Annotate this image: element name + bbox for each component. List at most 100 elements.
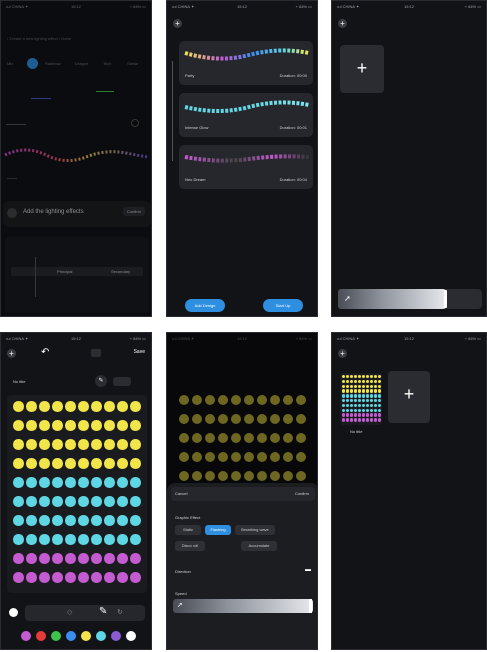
add-design-tile[interactable]: + [388,371,430,423]
brush-size-icon[interactable] [9,608,18,617]
palette-swatch[interactable] [96,631,106,641]
pixel-dot[interactable] [39,458,50,469]
pixel-dot[interactable] [91,534,102,545]
start-up-button[interactable]: Start Up [263,299,303,312]
pixel-dot[interactable] [26,534,37,545]
add-icon[interactable]: + [173,19,182,28]
add-design-button[interactable]: Add Design [185,299,225,312]
palette-swatch[interactable] [51,631,61,641]
slider-handle[interactable] [309,599,312,613]
tab-selected[interactable] [27,58,38,69]
pixel-dot[interactable] [130,401,141,412]
pixel-dot[interactable] [91,515,102,526]
speed-bar[interactable]: ➚ [338,289,482,309]
pixel-dot[interactable] [91,420,102,431]
option-breathing[interactable]: Breathing wave [235,525,275,535]
pixel-dot[interactable] [65,420,76,431]
add-icon[interactable]: + [338,349,347,358]
pixel-dot[interactable] [13,439,24,450]
pixel-dot[interactable] [13,496,24,507]
pixel-dot[interactable] [52,477,63,488]
pixel-dot[interactable] [39,477,50,488]
pixel-dot[interactable] [130,420,141,431]
pixel-dot[interactable] [13,477,24,488]
pixel-dot[interactable] [39,439,50,450]
toggle-icon[interactable] [131,119,139,127]
pixel-dot[interactable] [104,534,115,545]
pixel-dot[interactable] [39,420,50,431]
pixel-dot[interactable] [78,401,89,412]
pixel-dot[interactable] [65,572,76,583]
palette-swatch[interactable] [126,631,136,641]
pixel-dot[interactable] [104,477,115,488]
pixel-dot[interactable] [65,496,76,507]
timeline-marker[interactable] [35,257,36,297]
layer-icon[interactable] [113,377,131,386]
menu-icon[interactable] [91,349,101,357]
pixel-dot[interactable] [52,534,63,545]
pixel-dot[interactable] [26,458,37,469]
pixel-dot[interactable] [39,515,50,526]
pixel-dot[interactable] [130,439,141,450]
direction-icon[interactable]: ▬ [305,567,311,573]
pixel-dot[interactable] [13,401,24,412]
pixel-dot[interactable] [78,477,89,488]
pixel-dot[interactable] [13,420,24,431]
preset-card[interactable]: Neo Dream Duration: 00:04 [179,145,313,189]
option-static[interactable]: Static [175,525,201,535]
pixel-dot[interactable] [26,477,37,488]
pixel-dot[interactable] [130,515,141,526]
pixel-dot[interactable] [13,553,24,564]
pixel-dot[interactable] [78,534,89,545]
pixel-dot[interactable] [117,420,128,431]
pixel-dot[interactable] [78,420,89,431]
pixel-dot[interactable] [52,553,63,564]
pencil-icon[interactable]: ✎ [99,606,107,617]
pixel-dot[interactable] [52,458,63,469]
pixel-dot[interactable] [26,553,37,564]
pixel-dot[interactable] [39,534,50,545]
pixel-dot[interactable] [91,496,102,507]
pixel-dot[interactable] [91,572,102,583]
palette-swatch[interactable] [36,631,46,641]
pixel-dot[interactable] [104,515,115,526]
pixel-dot[interactable] [13,572,24,583]
cancel-button[interactable]: Cancel [175,491,187,496]
save-button[interactable]: Save [134,349,145,355]
pixel-dot[interactable] [39,572,50,583]
pixel-dot[interactable] [104,439,115,450]
pixel-dot[interactable] [91,477,102,488]
tab-stellar[interactable]: Stellar [127,61,138,66]
pixel-dot[interactable] [91,553,102,564]
pixel-dot[interactable] [52,572,63,583]
preset-card[interactable]: Intense Glow Duration: 00:01 [179,93,313,137]
pixel-dot[interactable] [117,458,128,469]
pixel-dot[interactable] [65,439,76,450]
pixel-dot[interactable] [26,496,37,507]
pixel-dot[interactable] [104,553,115,564]
pixel-dot[interactable] [130,477,141,488]
speed-slider[interactable] [338,289,446,309]
pixel-dot[interactable] [39,496,50,507]
pixel-dot[interactable] [65,534,76,545]
design-thumbnail[interactable] [340,373,382,425]
editor-header[interactable]: ‹ Create a new lighting effect › Done [7,36,71,41]
option-accumulate[interactable]: Accumulate [241,541,277,551]
add-icon[interactable]: + [338,19,347,28]
pixel-dot[interactable] [117,534,128,545]
pixel-dot[interactable] [104,496,115,507]
pixel-dot[interactable] [78,439,89,450]
pixel-dot[interactable] [39,553,50,564]
pixel-dot[interactable] [26,439,37,450]
pixel-dot[interactable] [52,515,63,526]
pixel-dot[interactable] [117,439,128,450]
pixel-dot[interactable] [130,534,141,545]
pixel-dot[interactable] [117,401,128,412]
pixel-dot[interactable] [130,458,141,469]
undo-icon[interactable]: ↶ [41,347,49,358]
pixel-dot[interactable] [130,553,141,564]
pixel-dot[interactable] [117,496,128,507]
pixel-dot[interactable] [26,515,37,526]
pixel-dot[interactable] [52,420,63,431]
pixel-dot[interactable] [104,401,115,412]
